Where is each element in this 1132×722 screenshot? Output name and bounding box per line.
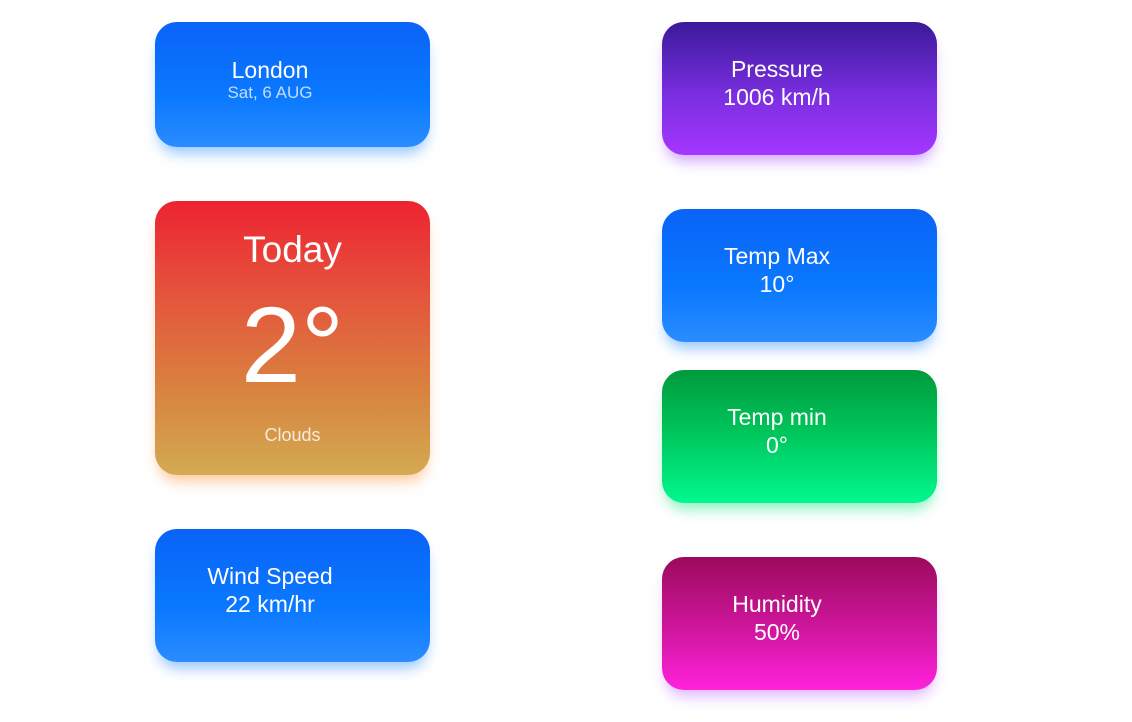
temp-min-value: 0° xyxy=(766,432,788,458)
humidity-value: 50% xyxy=(753,619,801,645)
humidity-card: Humidity 50% xyxy=(662,557,937,690)
current-temperature: 2° xyxy=(240,284,345,405)
temp-max-card: Temp Max 10° xyxy=(662,209,937,342)
weather-dashboard: London Sat, 6 AUG Today 2° Clouds Wind S… xyxy=(0,0,1132,722)
pressure-label: Pressure xyxy=(730,56,824,82)
temp-max-value: 10° xyxy=(759,271,795,297)
wind-speed-value: 22 km/hr xyxy=(225,591,315,617)
temp-min-label: Temp min xyxy=(727,404,827,430)
temp-min-card: Temp min 0° xyxy=(662,370,937,503)
weather-condition: Clouds xyxy=(264,425,321,445)
date-text: Sat, 6 AUG xyxy=(227,83,313,102)
wind-speed-card: Wind Speed 22 km/hr xyxy=(155,529,430,662)
pressure-card: Pressure 1006 km/h xyxy=(662,22,937,155)
today-card: Today 2° Clouds xyxy=(155,201,430,475)
city-name: London xyxy=(231,57,309,83)
pressure-value: 1006 km/h xyxy=(723,84,831,110)
humidity-label: Humidity xyxy=(732,591,822,617)
location-card: London Sat, 6 AUG xyxy=(155,22,430,147)
temp-max-label: Temp Max xyxy=(723,243,831,269)
wind-speed-label: Wind Speed xyxy=(207,563,333,589)
today-label: Today xyxy=(243,229,342,270)
